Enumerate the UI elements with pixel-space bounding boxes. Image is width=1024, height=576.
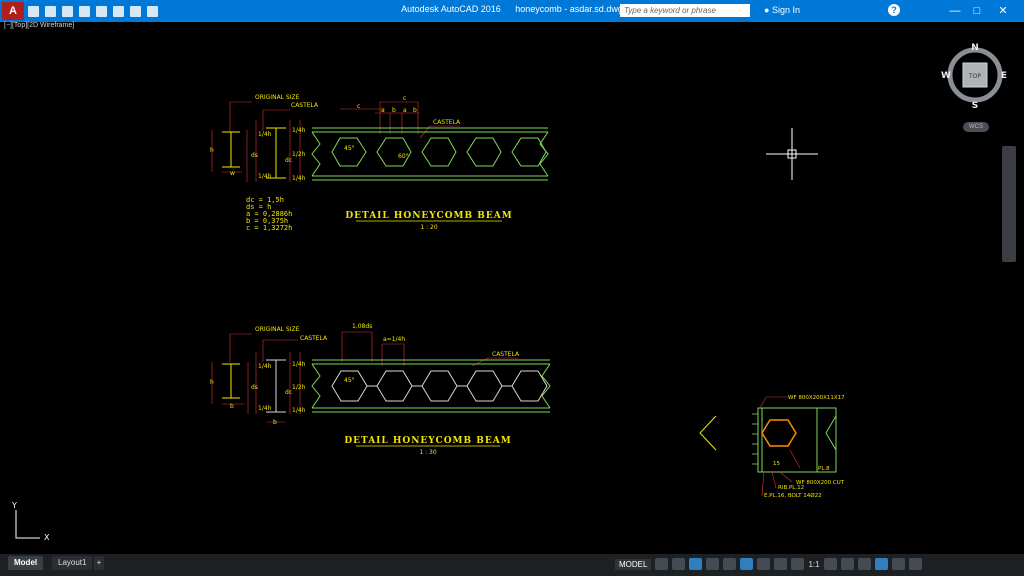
dim-1-4h-d: 1/4h [292, 407, 306, 414]
dim-1-2h: 1/2h [292, 151, 306, 158]
viewcube-north[interactable]: N [971, 43, 979, 53]
dim-60: 60° [398, 153, 409, 160]
viewcube-west[interactable]: W [941, 71, 951, 81]
title-bar: A Autodesk AutoCAD 2016 honeycomb - asda… [0, 0, 1024, 22]
dim-1-2h: 1/2h [292, 384, 306, 391]
customization-menu-icon[interactable] [908, 558, 922, 570]
tab-model[interactable]: Model [8, 556, 44, 570]
dim-1-4h-d: 1/4h [292, 175, 306, 182]
polar-icon[interactable] [706, 558, 720, 570]
viewcube[interactable]: TOP N S E W [941, 43, 1007, 111]
ucs-y-label: Y [11, 501, 17, 510]
navigation-bar[interactable] [1002, 146, 1016, 262]
add-layout-button[interactable]: + [94, 556, 104, 570]
file-name: honeycomb - asdar.sd.dwg [515, 4, 623, 14]
label-rib: RIB.PL.12 [778, 485, 804, 491]
lineweight-icon[interactable] [757, 558, 771, 570]
dim-a-quarter: a=1/4h [383, 336, 405, 343]
dim-dc: dc [285, 157, 292, 164]
close-button[interactable]: ✕ [980, 0, 1024, 22]
detail-2-title: DETAIL HONEYCOMB BEAM [344, 436, 511, 446]
viewcube-south[interactable]: S [972, 101, 978, 111]
dim-h: h [210, 147, 214, 154]
detail-1: ORIGINAL SIZE CASTELA CASTELA h w ds dc … [210, 94, 549, 232]
status-bar: MODEL 1:1 [615, 556, 922, 572]
label-castela-left: CASTELA [291, 102, 319, 109]
sign-in-label: Sign In [771, 5, 800, 15]
workspace-gear-icon[interactable] [823, 558, 837, 570]
help-icon[interactable]: ? [888, 4, 900, 16]
dim-1-4h-b: 1/4h [258, 173, 272, 180]
transparency-icon[interactable] [774, 558, 788, 570]
label-ep: E.PL.16, BOLT 14Ø22 [764, 492, 822, 499]
dim-15: 15 [773, 461, 780, 467]
dim-a-2: a [403, 107, 407, 114]
dim-b-1: b [392, 107, 396, 114]
clean-screen-icon[interactable] [891, 558, 905, 570]
detail-2-scale: 1 : 30 [419, 449, 436, 456]
dim-1-08ds: 1,08ds [352, 323, 372, 330]
hardware-acceleration-icon[interactable] [874, 558, 888, 570]
grid-icon[interactable] [655, 558, 669, 570]
annotation-scale[interactable]: 1:1 [808, 560, 819, 569]
dim-w: w [230, 170, 235, 177]
label-pl8: PL.8 [818, 466, 830, 472]
formula-list: dc = 1,5h ds = h a = 0,2886h b = 0,375h … [246, 196, 292, 232]
dim-ds: ds [251, 384, 258, 391]
dim-1-4h-c: 1/4h [292, 361, 306, 368]
label-wf-top: WF 800X200X11X17 [788, 395, 845, 401]
detail-2: ORIGINAL SIZE CASTELA CASTELA 1,08ds a=1… [210, 323, 551, 456]
ucs-icon: Y X [11, 501, 50, 542]
dim-c-2: c [403, 95, 406, 102]
viewcube-east[interactable]: E [1001, 71, 1007, 81]
dim-b: b [273, 419, 277, 426]
label-castela-right: CASTELA [492, 351, 520, 358]
app-name: Autodesk AutoCAD 2016 [401, 4, 501, 14]
label-original-size: ORIGINAL SIZE [255, 326, 300, 333]
ucs-x-label: X [44, 533, 50, 542]
formula-line: c = 1,3272h [246, 224, 292, 232]
dim-45: 45° [344, 145, 355, 152]
bottom-bar: Model Layout1 + MODEL 1:1 [0, 554, 1024, 576]
dim-b-2: b [413, 107, 417, 114]
dim-1-4h-a: 1/4h [258, 363, 272, 370]
annotation-visibility-icon[interactable] [791, 558, 805, 570]
dim-1-4h-b: 1/4h [258, 405, 272, 412]
wcs-button[interactable]: WCS [963, 122, 989, 132]
label-original-size: ORIGINAL SIZE [255, 94, 300, 101]
isodraft-icon[interactable] [723, 558, 737, 570]
dim-a-1: a [381, 107, 385, 114]
sign-in-button[interactable]: ● Sign In [764, 4, 800, 17]
dim-h: h [210, 379, 214, 386]
object-snap-icon[interactable] [740, 558, 754, 570]
dim-1-4h-c: 1/4h [292, 127, 306, 134]
dim-b: b [230, 403, 234, 410]
ortho-icon[interactable] [689, 558, 703, 570]
isolate-icon[interactable] [857, 558, 871, 570]
label-castela-right: CASTELA [433, 119, 461, 126]
snap-icon[interactable] [672, 558, 686, 570]
detail-1-title: DETAIL HONEYCOMB BEAM [345, 211, 512, 221]
connection-detail: WF 800X200X11X17 PL.8 WF 800X200 CUT RIB… [699, 395, 845, 499]
viewcube-top[interactable]: TOP [968, 73, 981, 80]
label-castela-left: CASTELA [300, 335, 328, 342]
window-title: Autodesk AutoCAD 2016 honeycomb - asdar.… [0, 4, 1024, 14]
detail-1-scale: 1 : 20 [420, 224, 437, 231]
dim-ds: ds [251, 152, 258, 159]
model-space-button[interactable]: MODEL [615, 558, 652, 570]
search-input[interactable]: Type a keyword or phrase [620, 4, 750, 17]
dim-c-1: c [357, 103, 360, 110]
plus-icon[interactable] [840, 558, 854, 570]
tab-layout1[interactable]: Layout1 [52, 556, 93, 570]
dim-1-4h-a: 1/4h [258, 131, 272, 138]
dim-45: 45° [344, 377, 355, 384]
drawing-canvas[interactable]: ORIGINAL SIZE CASTELA CASTELA h w ds dc … [0, 22, 1024, 554]
crosshair-cursor [766, 128, 818, 180]
